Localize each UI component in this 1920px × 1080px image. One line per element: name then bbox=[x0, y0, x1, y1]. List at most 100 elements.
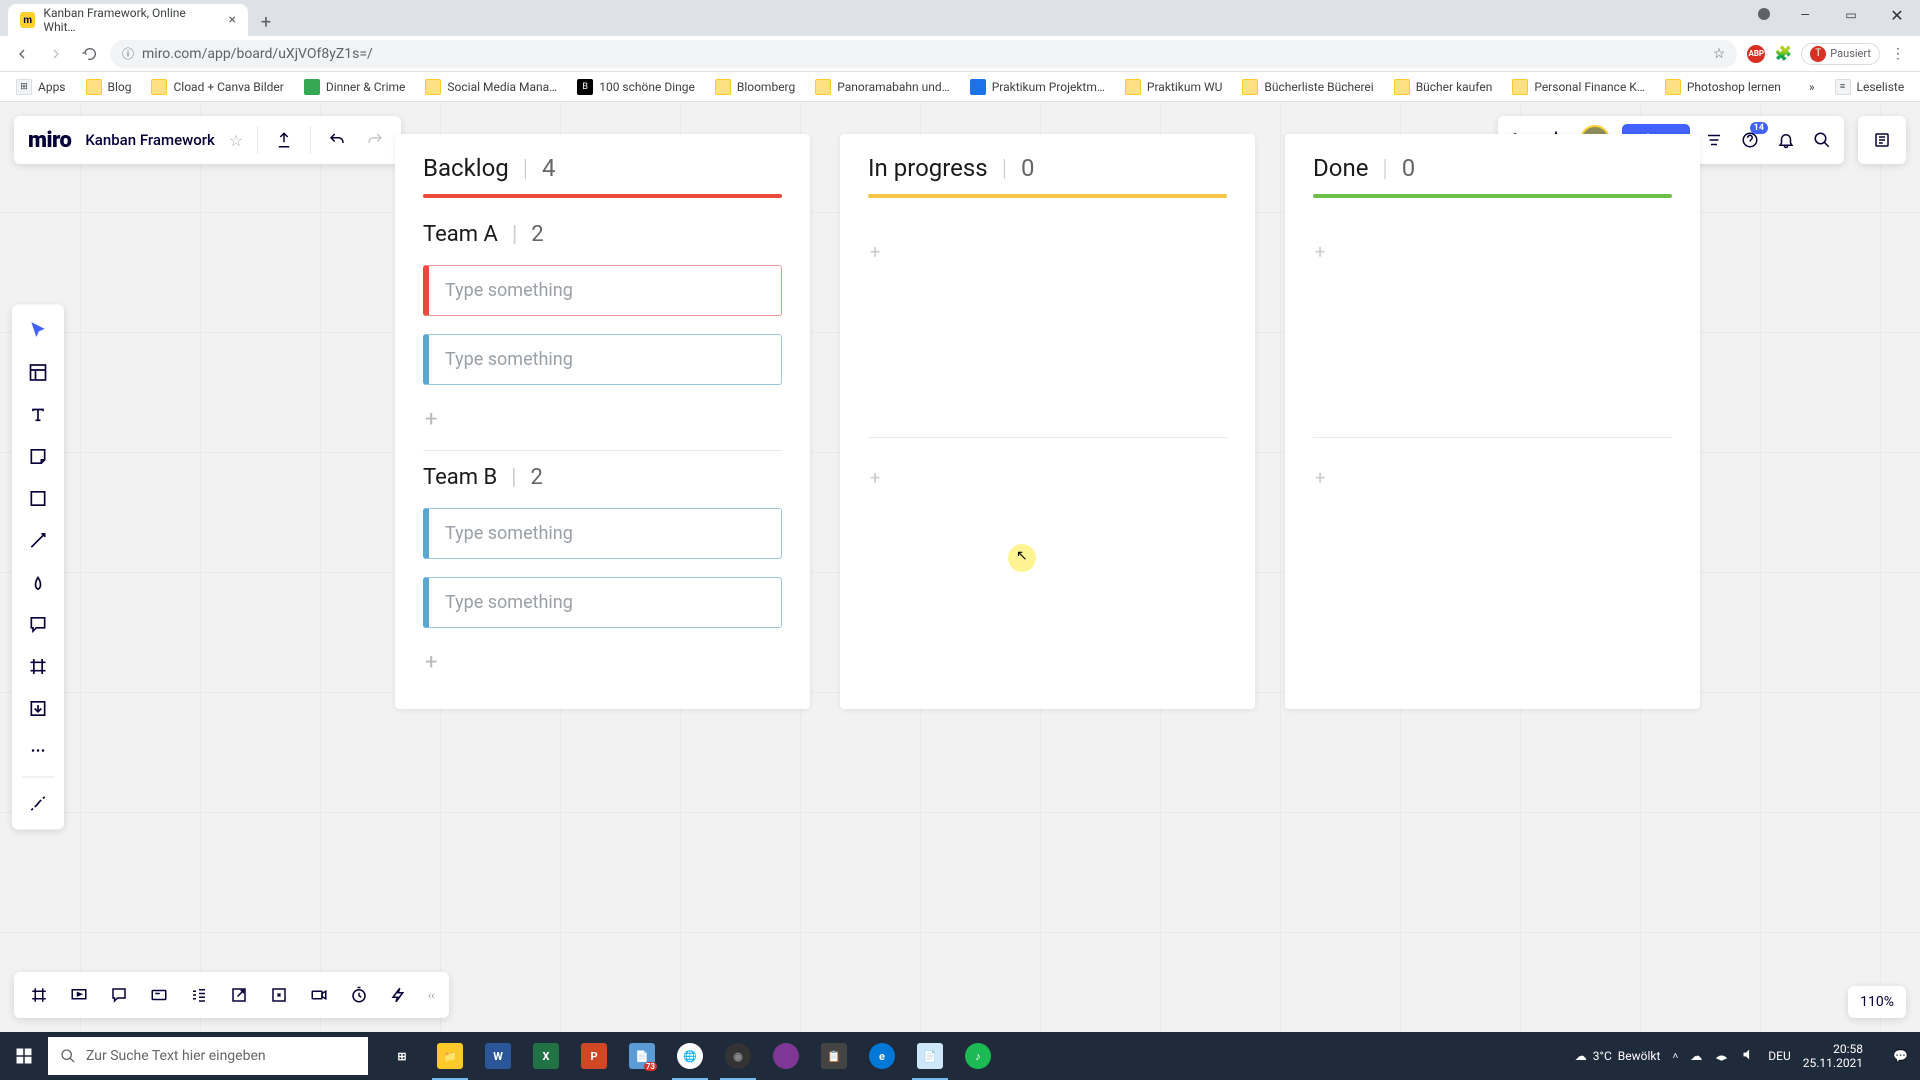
close-window-button[interactable]: ✕ bbox=[1874, 0, 1920, 30]
maximize-button[interactable]: ▭ bbox=[1828, 0, 1874, 30]
export-icon[interactable] bbox=[272, 128, 296, 152]
profile-chip[interactable]: T Pausiert bbox=[1801, 43, 1880, 65]
tray-overflow-icon[interactable]: ˄ bbox=[1672, 1051, 1678, 1062]
taskbar-app-files[interactable]: 📄73 bbox=[618, 1032, 666, 1080]
voting-icon[interactable] bbox=[382, 978, 416, 1012]
bookmark-item[interactable]: Photoshop lernen bbox=[1659, 77, 1787, 97]
bookmark-reading-list[interactable]: ≡Leseliste bbox=[1829, 77, 1911, 97]
task-view-icon[interactable]: ⊞ bbox=[378, 1032, 426, 1080]
comments-panel-icon[interactable] bbox=[102, 978, 136, 1012]
taskbar-app-excel[interactable]: X bbox=[522, 1032, 570, 1080]
minimize-button[interactable]: — bbox=[1782, 0, 1828, 30]
line-tool-icon[interactable] bbox=[18, 521, 58, 561]
kanban-card[interactable]: Type something bbox=[423, 508, 782, 559]
card-panel-icon[interactable] bbox=[142, 978, 176, 1012]
templates-tool-icon[interactable] bbox=[18, 353, 58, 393]
more-tools-icon[interactable] bbox=[18, 731, 58, 771]
collapse-toolbar-icon[interactable]: ‹‹ bbox=[422, 989, 441, 1002]
taskbar-app-powerpoint[interactable]: P bbox=[570, 1032, 618, 1080]
kanban-column-backlog[interactable]: Backlog | 4 Team A | 2 Type something Ty… bbox=[395, 134, 810, 709]
share-link-icon[interactable] bbox=[222, 978, 256, 1012]
help-icon[interactable]: 14 bbox=[1738, 128, 1762, 152]
taskbar-app-obs[interactable]: ◉ bbox=[714, 1032, 762, 1080]
tab-overflow-icon[interactable] bbox=[1758, 8, 1770, 20]
bookmark-item[interactable]: B100 schöne Dinge bbox=[571, 77, 701, 97]
chrome-menu-icon[interactable]: ⋮ bbox=[1888, 44, 1908, 64]
taskbar-app-chrome[interactable]: 🌐 bbox=[666, 1032, 714, 1080]
extensions-icon[interactable]: 🧩 bbox=[1773, 44, 1793, 64]
bookmark-item[interactable]: Cload + Canva Bilder bbox=[145, 77, 289, 97]
star-bookmark-icon[interactable]: ☆ bbox=[1713, 46, 1726, 62]
zoom-level[interactable]: 110% bbox=[1848, 986, 1906, 1018]
video-icon[interactable] bbox=[302, 978, 336, 1012]
timer-icon[interactable] bbox=[342, 978, 376, 1012]
comment-tool-icon[interactable] bbox=[18, 605, 58, 645]
ai-tool-icon[interactable] bbox=[18, 784, 58, 824]
kanban-board[interactable]: Backlog | 4 Team A | 2 Type something Ty… bbox=[395, 134, 1700, 709]
taskbar-app-notepad[interactable]: 📄 bbox=[906, 1032, 954, 1080]
column-title[interactable]: Backlog bbox=[423, 154, 509, 182]
redo-icon[interactable] bbox=[363, 128, 387, 152]
reload-button[interactable] bbox=[76, 40, 104, 68]
weather-widget[interactable]: ☁ 3°C Bewölkt bbox=[1575, 1049, 1661, 1063]
taskbar-app-word[interactable]: W bbox=[474, 1032, 522, 1080]
action-center-icon[interactable]: 💬 bbox=[1885, 1049, 1916, 1063]
frame-tool-icon[interactable] bbox=[18, 647, 58, 687]
taskbar-app[interactable] bbox=[762, 1032, 810, 1080]
embed-icon[interactable] bbox=[262, 978, 296, 1012]
bookmark-apps[interactable]: ⊞Apps bbox=[10, 77, 72, 97]
text-tool-icon[interactable] bbox=[18, 395, 58, 435]
bookmark-item[interactable]: Bücher kaufen bbox=[1388, 77, 1499, 97]
search-icon[interactable] bbox=[1810, 128, 1834, 152]
add-card-button[interactable]: + bbox=[870, 468, 880, 489]
add-card-button[interactable]: + bbox=[423, 646, 782, 679]
side-panel-icon[interactable] bbox=[1858, 116, 1906, 164]
kanban-column-done[interactable]: Done | 0 + + bbox=[1285, 134, 1700, 709]
close-tab-icon[interactable]: × bbox=[229, 12, 236, 28]
kanban-card[interactable]: Type something bbox=[423, 265, 782, 316]
taskbar-app-spotify[interactable]: ♪ bbox=[954, 1032, 1002, 1080]
miro-canvas[interactable]: miro Kanban Framework ☆ T Share 14 bbox=[0, 102, 1920, 1032]
shape-tool-icon[interactable] bbox=[18, 479, 58, 519]
kanban-card[interactable]: Type something bbox=[423, 577, 782, 628]
add-card-button[interactable]: + bbox=[1315, 468, 1325, 489]
pen-tool-icon[interactable] bbox=[18, 563, 58, 603]
abp-extension-icon[interactable]: ABP bbox=[1747, 45, 1765, 63]
browser-tab[interactable]: m Kanban Framework, Online Whit… × bbox=[8, 4, 248, 36]
back-button[interactable] bbox=[8, 40, 36, 68]
column-title[interactable]: Done bbox=[1313, 154, 1368, 182]
taskbar-search-input[interactable]: Zur Suche Text hier eingeben bbox=[48, 1037, 368, 1075]
taskbar-app-explorer[interactable]: 📁 bbox=[426, 1032, 474, 1080]
taskbar-clock[interactable]: 20:58 25.11.2021 bbox=[1803, 1042, 1873, 1071]
network-icon[interactable] bbox=[1714, 1047, 1729, 1065]
add-card-button[interactable]: + bbox=[1315, 242, 1325, 263]
taskbar-app[interactable]: 📋 bbox=[810, 1032, 858, 1080]
settings-icon[interactable] bbox=[1702, 128, 1726, 152]
kanban-card[interactable]: Type something bbox=[423, 334, 782, 385]
language-indicator[interactable]: DEU bbox=[1768, 1049, 1790, 1063]
swimlane-title[interactable]: Team A bbox=[423, 222, 498, 247]
upload-tool-icon[interactable] bbox=[18, 689, 58, 729]
forward-button[interactable] bbox=[42, 40, 70, 68]
volume-icon[interactable] bbox=[1741, 1047, 1756, 1065]
bookmark-item[interactable]: Bloomberg bbox=[709, 77, 801, 97]
sticky-note-tool-icon[interactable] bbox=[18, 437, 58, 477]
undo-icon[interactable] bbox=[325, 128, 349, 152]
bookmark-item[interactable]: Bücherliste Bücherei bbox=[1236, 77, 1379, 97]
bookmark-item[interactable]: Praktikum WU bbox=[1119, 77, 1228, 97]
taskbar-app-edge[interactable]: e bbox=[858, 1032, 906, 1080]
bookmark-item[interactable]: Panoramabahn und… bbox=[809, 77, 955, 97]
bookmark-item[interactable]: Blog bbox=[80, 77, 138, 97]
kanban-column-in-progress[interactable]: In progress | 0 + + bbox=[840, 134, 1255, 709]
url-input[interactable]: ⓘ miro.com/app/board/uXjVOf8yZ1s=/ ☆ bbox=[110, 40, 1737, 68]
board-name[interactable]: Kanban Framework bbox=[85, 131, 215, 149]
bookmark-item[interactable]: Social Media Mana… bbox=[419, 77, 563, 97]
present-icon[interactable] bbox=[62, 978, 96, 1012]
start-button[interactable] bbox=[0, 1032, 48, 1080]
onedrive-icon[interactable]: ☁ bbox=[1690, 1049, 1702, 1063]
column-title[interactable]: In progress bbox=[868, 154, 988, 182]
bookmarks-overflow-icon[interactable]: » bbox=[1803, 80, 1821, 94]
bookmark-item[interactable]: Personal Finance K… bbox=[1506, 77, 1651, 97]
notifications-icon[interactable] bbox=[1774, 128, 1798, 152]
frames-panel-icon[interactable] bbox=[22, 978, 56, 1012]
